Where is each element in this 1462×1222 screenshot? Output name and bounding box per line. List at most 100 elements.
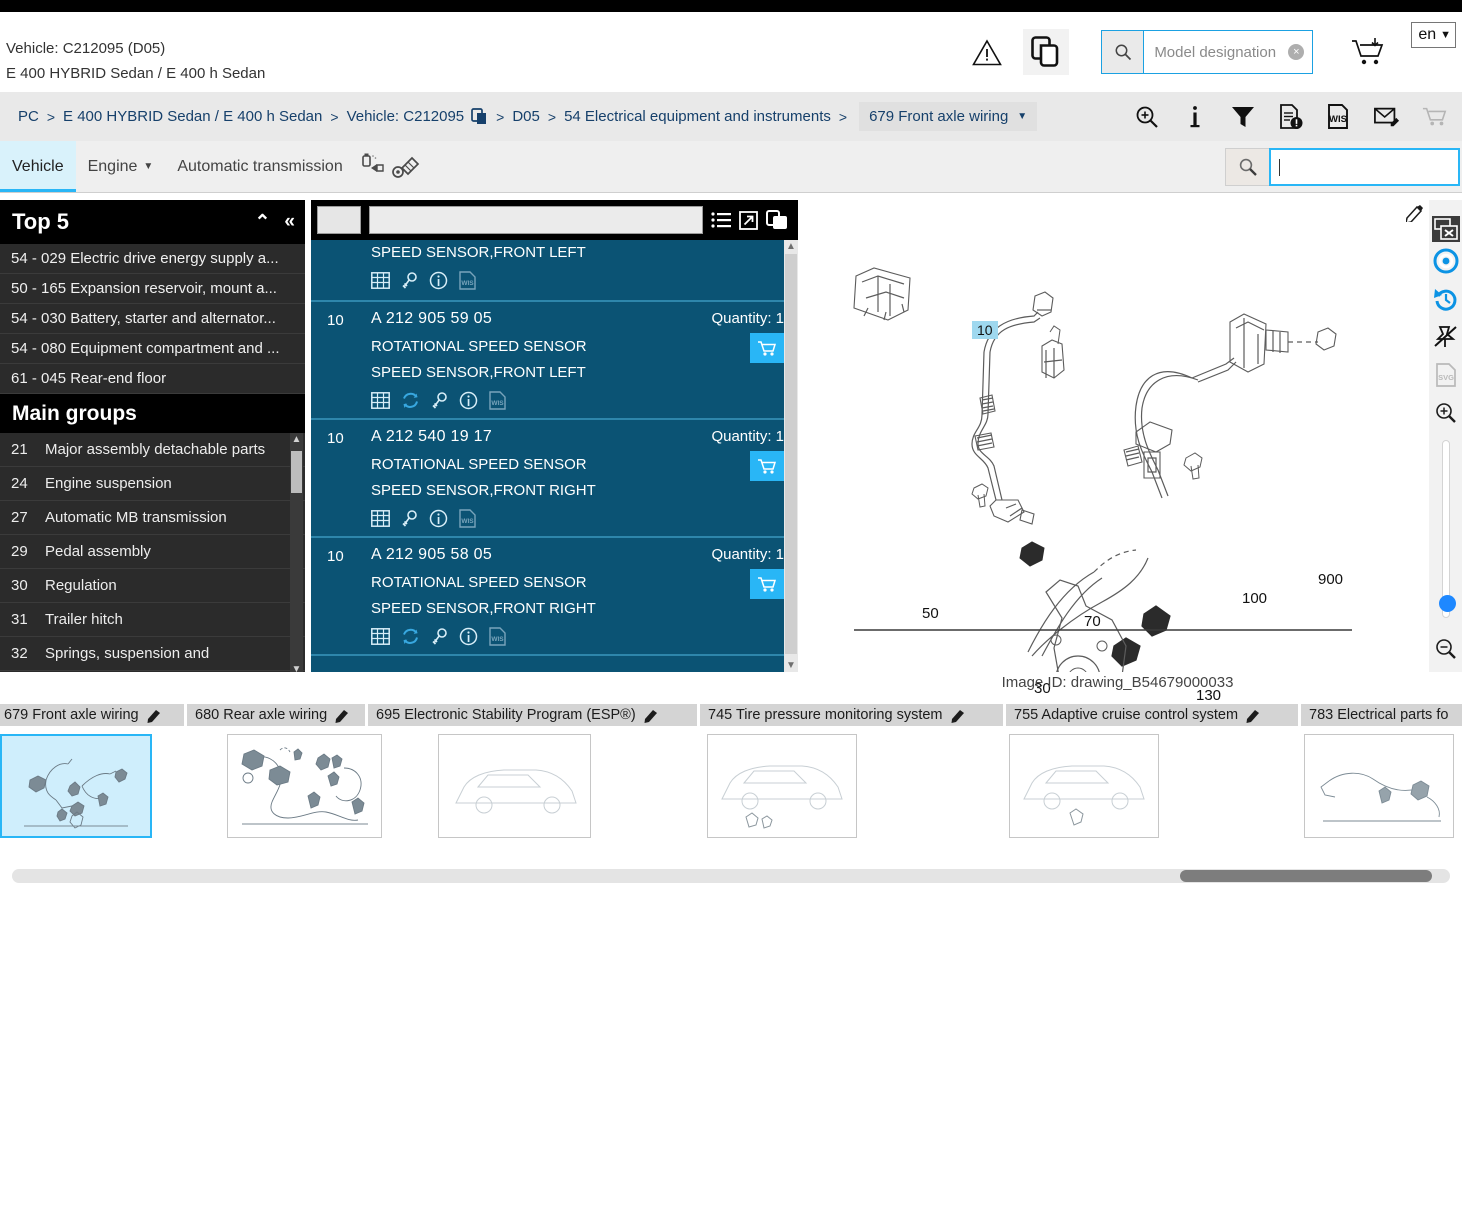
- clear-search-icon[interactable]: ×: [1288, 44, 1305, 60]
- expand-icon[interactable]: [739, 210, 758, 230]
- scroll-down-arrow-icon[interactable]: ▼: [784, 660, 798, 671]
- breadcrumb-item-model[interactable]: E 400 HYBRID Sedan / E 400 h Sedan: [63, 108, 322, 125]
- main-group-item[interactable]: 29 Pedal assembly: [0, 535, 305, 569]
- thumbnail-image[interactable]: [707, 734, 857, 838]
- thumbnail-image[interactable]: [227, 734, 382, 838]
- close-window-icon[interactable]: [1431, 216, 1460, 242]
- thumbnail-item[interactable]: 783 Electrical parts fo: [1301, 704, 1462, 838]
- zoom-slider-knob[interactable]: [1438, 595, 1456, 612]
- replace-icon[interactable]: [401, 392, 420, 410]
- thumbnail-item[interactable]: 755 Adaptive cruise control system: [1006, 704, 1298, 838]
- top5-item[interactable]: 54 - 080 Equipment compartment and ...: [0, 334, 305, 364]
- top5-item[interactable]: 54 - 029 Electric drive energy supply a.…: [0, 244, 305, 274]
- main-group-item[interactable]: 24 Engine suspension: [0, 467, 305, 501]
- target-focus-icon[interactable]: [1429, 242, 1462, 280]
- edit-icon[interactable]: [147, 708, 162, 723]
- key-icon[interactable]: [401, 271, 418, 290]
- model-search-box[interactable]: Model designation ×: [1101, 30, 1314, 74]
- bolt-wrench-icon[interactable]: [389, 149, 423, 185]
- info-circle-icon[interactable]: [429, 509, 448, 528]
- tab-vehicle[interactable]: Vehicle: [0, 141, 76, 192]
- filter-icon[interactable]: [1230, 104, 1256, 130]
- thumbnail-image[interactable]: [1009, 734, 1159, 838]
- part-number[interactable]: A 212 540 19 17: [371, 428, 664, 446]
- list-view-icon[interactable]: [711, 211, 731, 229]
- breadcrumb-item-pc[interactable]: PC: [18, 108, 39, 125]
- chevron-up-icon[interactable]: ⌃: [255, 211, 271, 234]
- scroll-up-arrow-icon[interactable]: ▲: [290, 434, 303, 445]
- part-number[interactable]: A 212 905 59 05: [371, 310, 664, 328]
- tab-automatic-transmission[interactable]: Automatic transmission: [165, 141, 354, 192]
- thumbnail-item[interactable]: 679 Front axle wiring: [0, 704, 184, 838]
- thumbnail-header[interactable]: 783 Electrical parts fo: [1301, 704, 1462, 726]
- main-group-item[interactable]: 32 Springs, suspension and: [0, 637, 305, 671]
- thumbnail-item[interactable]: 680 Rear axle wiring: [187, 704, 382, 838]
- info-circle-icon[interactable]: [459, 627, 478, 646]
- parts-list-body[interactable]: SPEED SENSOR,FRONT LEFT WIS 10 A 212 905…: [311, 240, 798, 672]
- breadcrumb-item-d05[interactable]: D05: [512, 108, 540, 125]
- thumbnail-header[interactable]: 745 Tire pressure monitoring system: [700, 704, 1003, 726]
- copy-icon[interactable]: [471, 108, 488, 125]
- thumbnail-strip-scrollbar[interactable]: [12, 869, 1450, 883]
- edit-icon[interactable]: [951, 708, 966, 723]
- main-groups-scrollbar[interactable]: ▲ ▼: [290, 433, 303, 672]
- add-to-cart-button[interactable]: [750, 333, 784, 363]
- replace-icon[interactable]: [401, 628, 420, 646]
- top5-item[interactable]: 50 - 165 Expansion reservoir, mount a...: [0, 274, 305, 304]
- zoom-out-icon[interactable]: [1429, 630, 1462, 668]
- duplicate-window-icon[interactable]: [766, 210, 788, 230]
- parts-search-box[interactable]: [1225, 148, 1460, 186]
- paint-spray-icon[interactable]: [355, 149, 389, 185]
- key-icon[interactable]: [431, 391, 448, 410]
- add-to-cart-button[interactable]: [750, 569, 784, 599]
- document-alert-icon[interactable]: [1278, 103, 1304, 130]
- wis-document-icon[interactable]: WIS: [1326, 103, 1352, 130]
- part-number[interactable]: A 212 905 58 05: [371, 546, 664, 564]
- cart-add-icon[interactable]: [1343, 37, 1395, 67]
- thumbnail-header[interactable]: 755 Adaptive cruise control system: [1006, 704, 1298, 726]
- thumbnail-image[interactable]: [0, 734, 152, 838]
- thumbnail-header[interactable]: 679 Front axle wiring: [0, 704, 184, 726]
- model-search-input[interactable]: Model designation ×: [1144, 31, 1312, 73]
- main-group-item[interactable]: 31 Trailer hitch: [0, 603, 305, 637]
- unpin-icon[interactable]: [1429, 318, 1462, 356]
- thumbnail-item[interactable]: 745 Tire pressure monitoring system: [700, 704, 1003, 838]
- info-circle-icon[interactable]: [429, 271, 448, 290]
- mail-edit-icon[interactable]: [1374, 104, 1400, 130]
- key-icon[interactable]: [431, 627, 448, 646]
- scroll-up-arrow-icon[interactable]: ▲: [784, 241, 798, 252]
- scroll-thumb[interactable]: [291, 451, 302, 493]
- top5-item[interactable]: 61 - 045 Rear-end floor: [0, 364, 305, 394]
- edit-icon[interactable]: [335, 708, 350, 723]
- scroll-down-arrow-icon[interactable]: ▼: [290, 664, 303, 672]
- top5-item[interactable]: 54 - 030 Battery, starter and alternator…: [0, 304, 305, 334]
- double-chevron-left-icon[interactable]: «: [284, 211, 295, 233]
- parts-search-input[interactable]: [1269, 148, 1460, 186]
- add-to-cart-button[interactable]: [750, 451, 784, 481]
- table-icon[interactable]: [371, 272, 390, 289]
- warning-triangle-icon[interactable]: [965, 30, 1009, 74]
- key-icon[interactable]: [401, 509, 418, 528]
- edit-icon[interactable]: [1246, 708, 1261, 723]
- magnifier-plus-icon[interactable]: [1134, 104, 1160, 130]
- table-icon[interactable]: [371, 628, 390, 645]
- edit-pencil-icon[interactable]: [1406, 204, 1424, 222]
- thumbnail-header[interactable]: 695 Electronic Stability Program (ESP®): [368, 704, 697, 726]
- zoom-slider-track[interactable]: [1441, 440, 1450, 618]
- language-selector[interactable]: en ▼: [1411, 22, 1456, 48]
- thumbnail-image[interactable]: [438, 734, 591, 838]
- scroll-thumb[interactable]: [1180, 870, 1432, 882]
- parts-filter-box[interactable]: [317, 206, 361, 234]
- drawing-thumbnail-strip[interactable]: 679 Front axle wiring 680 Rear axle wiri…: [0, 704, 1462, 864]
- thumbnail-item[interactable]: 695 Electronic Stability Program (ESP®): [368, 704, 697, 838]
- part-row[interactable]: 10 A 212 540 19 17 ROTATIONAL SPEED SENS…: [311, 420, 798, 538]
- main-group-item[interactable]: 21 Major assembly detachable parts: [0, 433, 305, 467]
- scroll-thumb[interactable]: [785, 254, 797, 654]
- breadcrumb-item-vehicle[interactable]: Vehicle: C212095: [347, 108, 465, 125]
- table-icon[interactable]: [371, 510, 390, 527]
- thumbnail-image[interactable]: [1304, 734, 1454, 838]
- part-row[interactable]: 10 A 212 905 58 05 ROTATIONAL SPEED SENS…: [311, 538, 798, 656]
- history-undo-icon[interactable]: [1429, 280, 1462, 318]
- parts-list-scrollbar[interactable]: ▲ ▼: [784, 240, 798, 672]
- zoom-in-icon[interactable]: [1429, 394, 1462, 432]
